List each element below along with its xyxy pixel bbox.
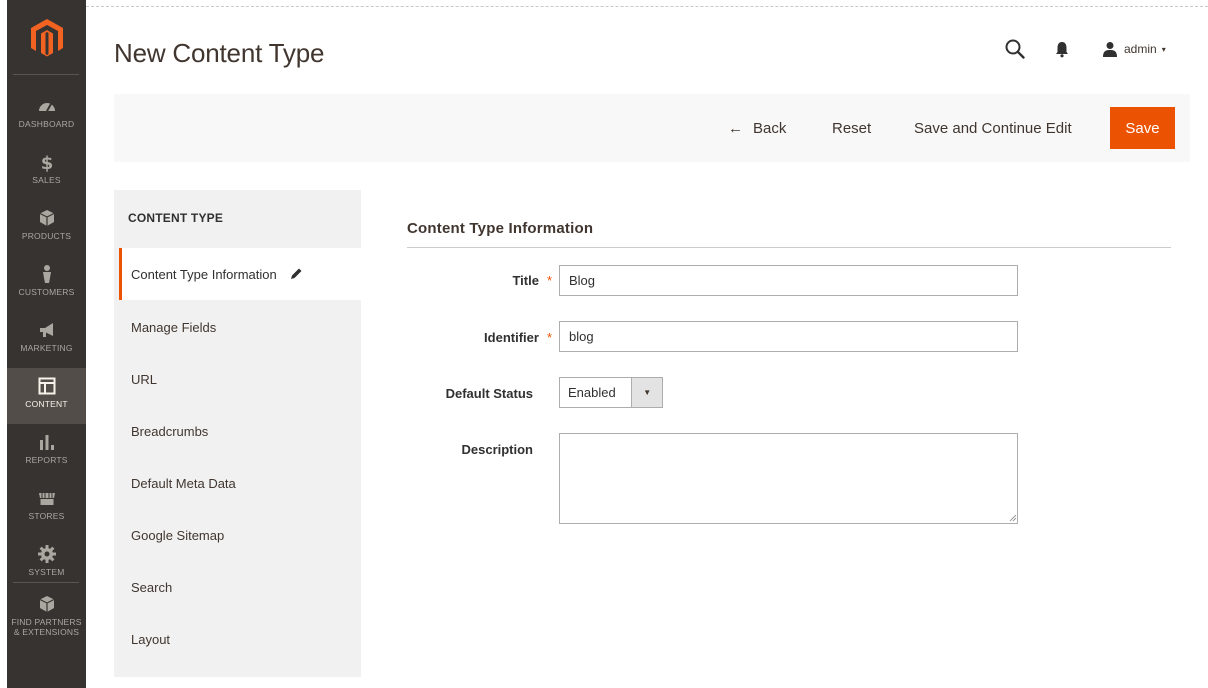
nav-system[interactable]: SYSTEM: [7, 536, 86, 592]
tab-manage-fields[interactable]: Manage Fields: [114, 301, 361, 353]
nav-products[interactable]: PRODUCTS: [7, 200, 86, 256]
nav-label: SYSTEM: [28, 567, 65, 577]
cube-icon: [39, 210, 54, 226]
tab-google-sitemap[interactable]: Google Sitemap: [114, 509, 361, 561]
nav-label: FIND PARTNERS: [11, 617, 82, 627]
nav-label: REPORTS: [25, 455, 68, 465]
nav-label: SALES: [32, 175, 61, 185]
back-button[interactable]: ← Back: [728, 94, 786, 162]
admin-sidebar: DASHBOARD $ SALES PRODUCTS CUSTOMERS MAR…: [7, 0, 86, 688]
arrow-left-icon: ←: [728, 119, 743, 137]
resize-handle-icon[interactable]: [1009, 514, 1017, 522]
default-status-select[interactable]: Enabled ▼: [559, 377, 663, 408]
identifier-field[interactable]: [559, 321, 1018, 352]
page-actions-bar: ← Back Reset Save and Continue Edit Save: [114, 94, 1190, 162]
title-label-text: Title: [512, 273, 539, 288]
chevron-down-icon: ▾: [1161, 44, 1166, 54]
tab-search[interactable]: Search: [114, 561, 361, 613]
description-field[interactable]: [559, 433, 1018, 524]
nav-find-partners[interactable]: FIND PARTNERS & EXTENSIONS: [7, 586, 86, 650]
save-button[interactable]: Save: [1110, 107, 1175, 149]
reset-button[interactable]: Reset: [832, 94, 871, 162]
tab-default-meta-data[interactable]: Default Meta Data: [114, 457, 361, 509]
section-title: Content Type Information: [407, 220, 594, 237]
dashboard-icon: [38, 103, 55, 112]
save-and-continue-button[interactable]: Save and Continue Edit: [914, 94, 1072, 162]
svg-text:$: $: [40, 153, 53, 172]
layout-icon: [38, 377, 55, 395]
tab-breadcrumbs[interactable]: Breadcrumbs: [114, 405, 361, 457]
tab-content-type-information[interactable]: Content Type Information: [119, 248, 361, 300]
sidebar-divider: [13, 74, 79, 75]
chevron-down-icon: ▼: [631, 378, 662, 407]
nav-marketing[interactable]: MARKETING: [7, 312, 86, 368]
nav-content[interactable]: CONTENT: [7, 368, 86, 424]
tab-layout[interactable]: Layout: [114, 613, 361, 665]
store-icon: [38, 493, 55, 505]
description-label: Description: [461, 442, 533, 457]
section-divider: [407, 247, 1171, 248]
identifier-label-text: Identifier: [484, 330, 539, 345]
tabs-header: CONTENT TYPE: [128, 211, 224, 225]
nav-sales[interactable]: $ SALES: [7, 144, 86, 200]
window-edge: [0, 0, 7, 688]
megaphone-icon: [39, 323, 53, 337]
dollar-icon: $: [40, 153, 53, 172]
gear-icon: [37, 545, 56, 563]
nav-label: PRODUCTS: [21, 231, 72, 241]
cube-icon: [39, 596, 54, 612]
nav-label: DASHBOARD: [18, 119, 75, 129]
top-divider: [86, 6, 1208, 7]
search-icon[interactable]: [1004, 38, 1026, 60]
nav-dashboard[interactable]: DASHBOARD: [7, 88, 86, 144]
nav-reports[interactable]: REPORTS: [7, 424, 86, 480]
pencil-icon: [290, 268, 302, 279]
required-marker: *: [546, 330, 552, 345]
required-marker: *: [546, 273, 552, 288]
nav-label: & EXTENSIONS: [13, 627, 80, 637]
nav-label: CONTENT: [25, 399, 68, 409]
nav-label: STORES: [28, 511, 65, 521]
content-type-tabs: CONTENT TYPE Content Type Information Ma…: [114, 190, 361, 677]
default-status-label: Default Status: [445, 386, 533, 401]
magento-logo-icon[interactable]: [29, 18, 65, 58]
tab-label: Content Type Information: [131, 266, 277, 282]
nav-label: MARKETING: [20, 343, 73, 353]
person-icon: [42, 265, 51, 283]
page-title: New Content Type: [114, 38, 325, 68]
tab-url[interactable]: URL: [114, 353, 361, 405]
title-label: Title *: [372, 273, 552, 288]
back-label: Back: [753, 119, 787, 137]
user-name: admin: [1124, 42, 1157, 56]
bell-icon[interactable]: [1054, 40, 1070, 58]
nav-label: CUSTOMERS: [18, 287, 75, 297]
user-menu[interactable]: admin ▾: [1102, 39, 1166, 59]
nav-customers[interactable]: CUSTOMERS: [7, 256, 86, 312]
user-icon: [1103, 42, 1117, 57]
sidebar-divider: [13, 582, 79, 583]
bar-chart-icon: [39, 435, 54, 450]
identifier-label: Identifier *: [372, 330, 552, 345]
title-field[interactable]: [559, 265, 1018, 296]
nav-stores[interactable]: STORES: [7, 480, 86, 536]
default-status-value: Enabled: [568, 385, 616, 400]
